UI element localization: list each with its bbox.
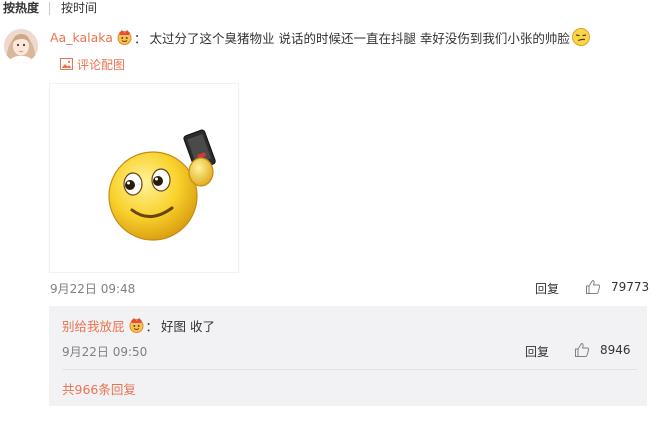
- comment-meta: 9月22日 09:48 回复 79773: [50, 279, 649, 297]
- reply-colon: ：: [145, 318, 159, 334]
- tab-sort-by-hot[interactable]: 按热度: [3, 0, 39, 16]
- reply-reply-button[interactable]: 回复: [525, 343, 549, 360]
- reply-text: 好图 收了: [161, 318, 216, 334]
- comment-timestamp: 9月22日 09:48: [50, 282, 136, 296]
- more-replies-link[interactable]: 共966条回复: [62, 379, 136, 398]
- sort-divider: [49, 2, 51, 15]
- tab-sort-by-time[interactable]: 按时间: [61, 0, 97, 16]
- reply-line: 别给我放屁 ： 好图 收了: [62, 315, 215, 335]
- avatar[interactable]: [4, 29, 38, 63]
- comment-colon: ：: [133, 30, 147, 46]
- reply-box: 别给我放屁 ： 好图 收了 9月22日 09:50 回复 8946 共966条回…: [49, 306, 647, 406]
- comment-image[interactable]: [49, 83, 239, 273]
- smiley-with-phone-emoji: [108, 129, 216, 241]
- thumbs-up-icon: [586, 280, 601, 294]
- comment-line: Aa_kalaka ： 太过分了这个臭猪物业 说话的时候还一直在抖腿 幸好没伤到…: [50, 27, 591, 47]
- picture-icon: [60, 58, 73, 70]
- comment-page: 按热度 按时间 Aa_kalaka ： 太过分了这个臭猪物业 说话的时候还一直在…: [0, 0, 659, 422]
- comment-like-count: 79773: [611, 280, 650, 294]
- comment-picture-label: 评论配图: [77, 57, 126, 72]
- comment-picture-link[interactable]: 评论配图: [60, 55, 125, 73]
- reply-timestamp: 9月22日 09:50: [62, 345, 148, 359]
- comment-like-button[interactable]: 79773: [585, 279, 649, 295]
- reply-like-count: 8946: [600, 343, 631, 357]
- reply-username[interactable]: 别给我放屁: [62, 316, 125, 335]
- vip-badge-icon: [128, 317, 145, 333]
- thumbs-up-icon: [575, 343, 590, 357]
- reply-divider: [62, 369, 637, 370]
- sort-bar: 按热度 按时间: [0, 0, 659, 18]
- comment-text: 太过分了这个臭猪物业 说话的时候还一直在抖腿 幸好没伤到我们小张的帅脸: [149, 30, 570, 46]
- smirk-emoji-icon: [571, 27, 591, 47]
- comment-reply-button[interactable]: 回复: [535, 280, 559, 297]
- vip-badge-icon: [116, 29, 133, 45]
- reply-like-button[interactable]: 8946: [574, 342, 631, 358]
- reply-meta: 9月22日 09:50 回复 8946: [62, 342, 637, 360]
- comment-username[interactable]: Aa_kalaka: [50, 30, 113, 45]
